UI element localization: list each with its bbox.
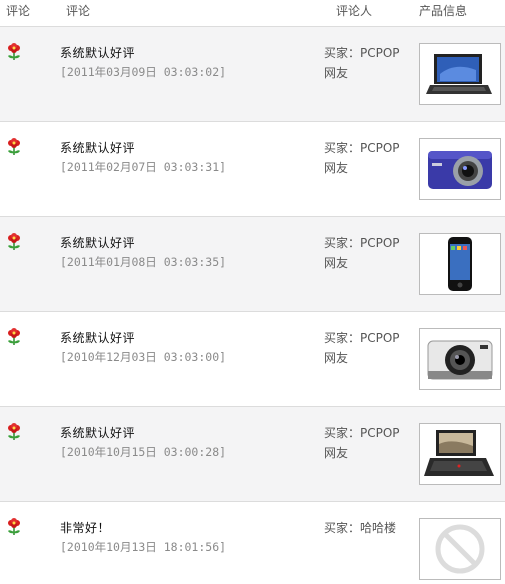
flower-rating-icon	[8, 43, 20, 60]
review-text: 非常好！	[60, 521, 111, 535]
review-buyer: 买家：PCPOP网友	[324, 331, 400, 365]
header-product: 产品信息	[419, 4, 468, 18]
review-date: [2010年10月15日 03:00:28]	[60, 445, 227, 459]
review-buyer: 买家：PCPOP网友	[324, 426, 400, 460]
product-thumbnail[interactable]	[419, 423, 501, 485]
review-buyer: 买家：PCPOP网友	[324, 46, 400, 80]
flower-rating-icon	[8, 423, 20, 440]
review-text: 系统默认好评	[60, 46, 136, 60]
no-image-icon	[435, 524, 485, 574]
review-row: 系统默认好评 [2010年12月03日 03:03:00] 买家：PCPOP网友	[0, 312, 505, 407]
product-thumbnail[interactable]	[419, 233, 501, 295]
review-date: [2011年02月07日 03:03:31]	[60, 160, 227, 174]
header-rating: 评论	[6, 4, 31, 18]
review-row: 系统默认好评 [2011年02月07日 03:03:31] 买家：PCPOP网友	[0, 122, 505, 217]
review-text: 系统默认好评	[60, 426, 136, 440]
review-date: [2010年12月03日 03:03:00]	[60, 350, 227, 364]
product-thumbnail[interactable]	[419, 43, 501, 105]
review-date: [2010年10月13日 18:01:56]	[60, 540, 227, 554]
camera-blue-icon	[428, 151, 492, 189]
review-buyer: 买家：哈哈楼	[324, 521, 397, 535]
laptop-icon	[426, 54, 492, 94]
review-row: 非常好！ [2010年10月13日 18:01:56] 买家：哈哈楼	[0, 502, 505, 584]
header-comment: 评论	[66, 4, 91, 18]
review-buyer: 买家：PCPOP网友	[324, 236, 400, 270]
review-row: 系统默认好评 [2010年10月15日 03:00:28] 买家：PCPOP网友	[0, 407, 505, 502]
review-text: 系统默认好评	[60, 141, 136, 155]
review-date: [2011年01月08日 03:03:35]	[60, 255, 227, 269]
table-header: 评论 评论 评论人 产品信息	[0, 0, 505, 27]
flower-rating-icon	[8, 138, 20, 155]
product-thumbnail[interactable]	[419, 518, 501, 580]
phone-icon	[448, 237, 472, 291]
flower-rating-icon	[8, 233, 20, 250]
camera-white-icon	[427, 340, 493, 380]
tablet-laptop-icon	[424, 430, 494, 476]
review-text: 系统默认好评	[60, 236, 136, 250]
product-thumbnail[interactable]	[419, 328, 501, 390]
flower-rating-icon	[8, 328, 20, 345]
review-buyer: 买家：PCPOP网友	[324, 141, 400, 175]
flower-rating-icon	[8, 518, 20, 535]
review-row: 系统默认好评 [2011年01月08日 03:03:35] 买家：PCPOP网友	[0, 217, 505, 312]
review-text: 系统默认好评	[60, 331, 136, 345]
product-thumbnail[interactable]	[419, 138, 501, 200]
review-table: 评论 评论 评论人 产品信息 系统默认好评 [2011年03月09日 03:03…	[0, 0, 505, 584]
header-reviewer: 评论人	[336, 4, 373, 18]
review-date: [2011年03月09日 03:03:02]	[60, 65, 227, 79]
review-row: 系统默认好评 [2011年03月09日 03:03:02] 买家：PCPOP网友	[0, 27, 505, 122]
